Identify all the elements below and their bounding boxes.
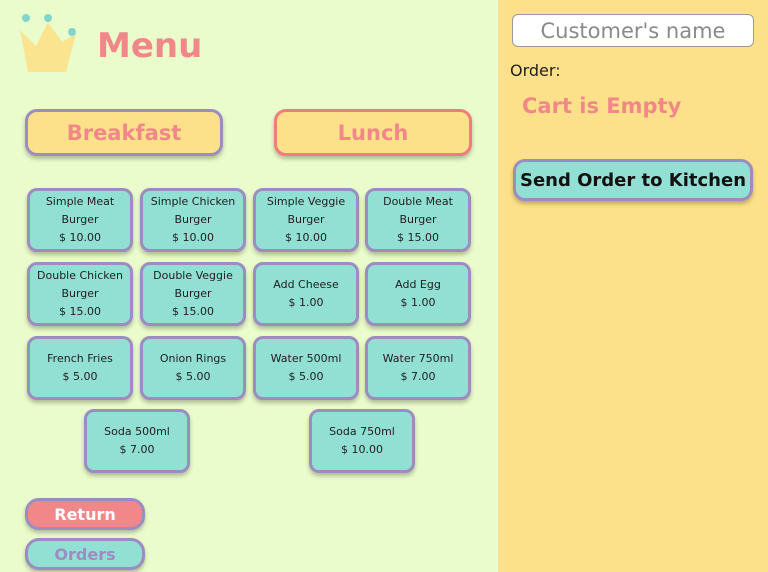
- item-name: Double Veggie Burger: [153, 269, 233, 300]
- menu-item-double-chicken-burger[interactable]: Double Chicken Burger $ 15.00: [27, 262, 133, 326]
- category-lunch-button[interactable]: Lunch: [274, 109, 472, 156]
- item-price: $ 7.00: [119, 443, 155, 456]
- item-price: $ 1.00: [400, 296, 436, 309]
- menu-item-simple-meat-burger[interactable]: Simple Meat Burger $ 10.00: [27, 188, 133, 252]
- item-price: $ 10.00: [59, 231, 101, 244]
- item-price: $ 5.00: [175, 370, 211, 383]
- menu-item-onion-rings[interactable]: Onion Rings $ 5.00: [140, 336, 246, 400]
- crown-icon: [20, 14, 76, 72]
- menu-item-double-veggie-burger[interactable]: Double Veggie Burger $ 15.00: [140, 262, 246, 326]
- menu-item-french-fries[interactable]: French Fries $ 5.00: [27, 336, 133, 400]
- menu-item-soda-750ml[interactable]: Soda 750ml $ 10.00: [309, 409, 415, 473]
- item-price: $ 15.00: [59, 305, 101, 318]
- category-breakfast-button[interactable]: Breakfast: [25, 109, 223, 156]
- send-order-button[interactable]: Send Order to Kitchen: [513, 159, 753, 201]
- item-name: Soda 750ml: [329, 425, 395, 438]
- order-panel: [498, 0, 768, 572]
- menu-item-add-cheese[interactable]: Add Cheese $ 1.00: [253, 262, 359, 326]
- menu-item-simple-veggie-burger[interactable]: Simple Veggie Burger $ 10.00: [253, 188, 359, 252]
- cart-status: Cart is Empty: [522, 94, 682, 118]
- customer-name-input[interactable]: [512, 14, 754, 47]
- menu-item-soda-500ml[interactable]: Soda 500ml $ 7.00: [84, 409, 190, 473]
- item-name: Simple Chicken Burger: [150, 195, 236, 226]
- page-title: Menu: [97, 26, 203, 66]
- item-price: $ 10.00: [172, 231, 214, 244]
- item-price: $ 1.00: [288, 296, 324, 309]
- item-name: Double Chicken Burger: [37, 269, 123, 300]
- item-price: $ 7.00: [400, 370, 436, 383]
- orders-button[interactable]: Orders: [25, 538, 145, 570]
- item-price: $ 10.00: [285, 231, 327, 244]
- item-name: Water 750ml: [382, 352, 454, 365]
- order-label: Order:: [510, 61, 561, 80]
- menu-item-simple-chicken-burger[interactable]: Simple Chicken Burger $ 10.00: [140, 188, 246, 252]
- menu-item-water-750ml[interactable]: Water 750ml $ 7.00: [365, 336, 471, 400]
- item-price: $ 15.00: [172, 305, 214, 318]
- item-name: Water 500ml: [270, 352, 342, 365]
- item-name: Simple Meat Burger: [45, 195, 115, 226]
- item-price: $ 5.00: [62, 370, 98, 383]
- item-name: French Fries: [47, 352, 113, 365]
- item-name: Soda 500ml: [104, 425, 170, 438]
- item-name: Simple Veggie Burger: [266, 195, 346, 226]
- item-name: Add Egg: [395, 278, 441, 291]
- menu-item-water-500ml[interactable]: Water 500ml $ 5.00: [253, 336, 359, 400]
- return-button[interactable]: Return: [25, 498, 145, 530]
- item-name: Double Meat Burger: [383, 195, 453, 226]
- menu-item-double-meat-burger[interactable]: Double Meat Burger $ 15.00: [365, 188, 471, 252]
- item-price: $ 5.00: [288, 370, 324, 383]
- item-price: $ 15.00: [397, 231, 439, 244]
- menu-item-add-egg[interactable]: Add Egg $ 1.00: [365, 262, 471, 326]
- menu-panel: Menu Breakfast Lunch Simple Meat Burger …: [0, 0, 498, 572]
- item-price: $ 10.00: [341, 443, 383, 456]
- item-name: Add Cheese: [273, 278, 339, 291]
- item-name: Onion Rings: [159, 352, 227, 365]
